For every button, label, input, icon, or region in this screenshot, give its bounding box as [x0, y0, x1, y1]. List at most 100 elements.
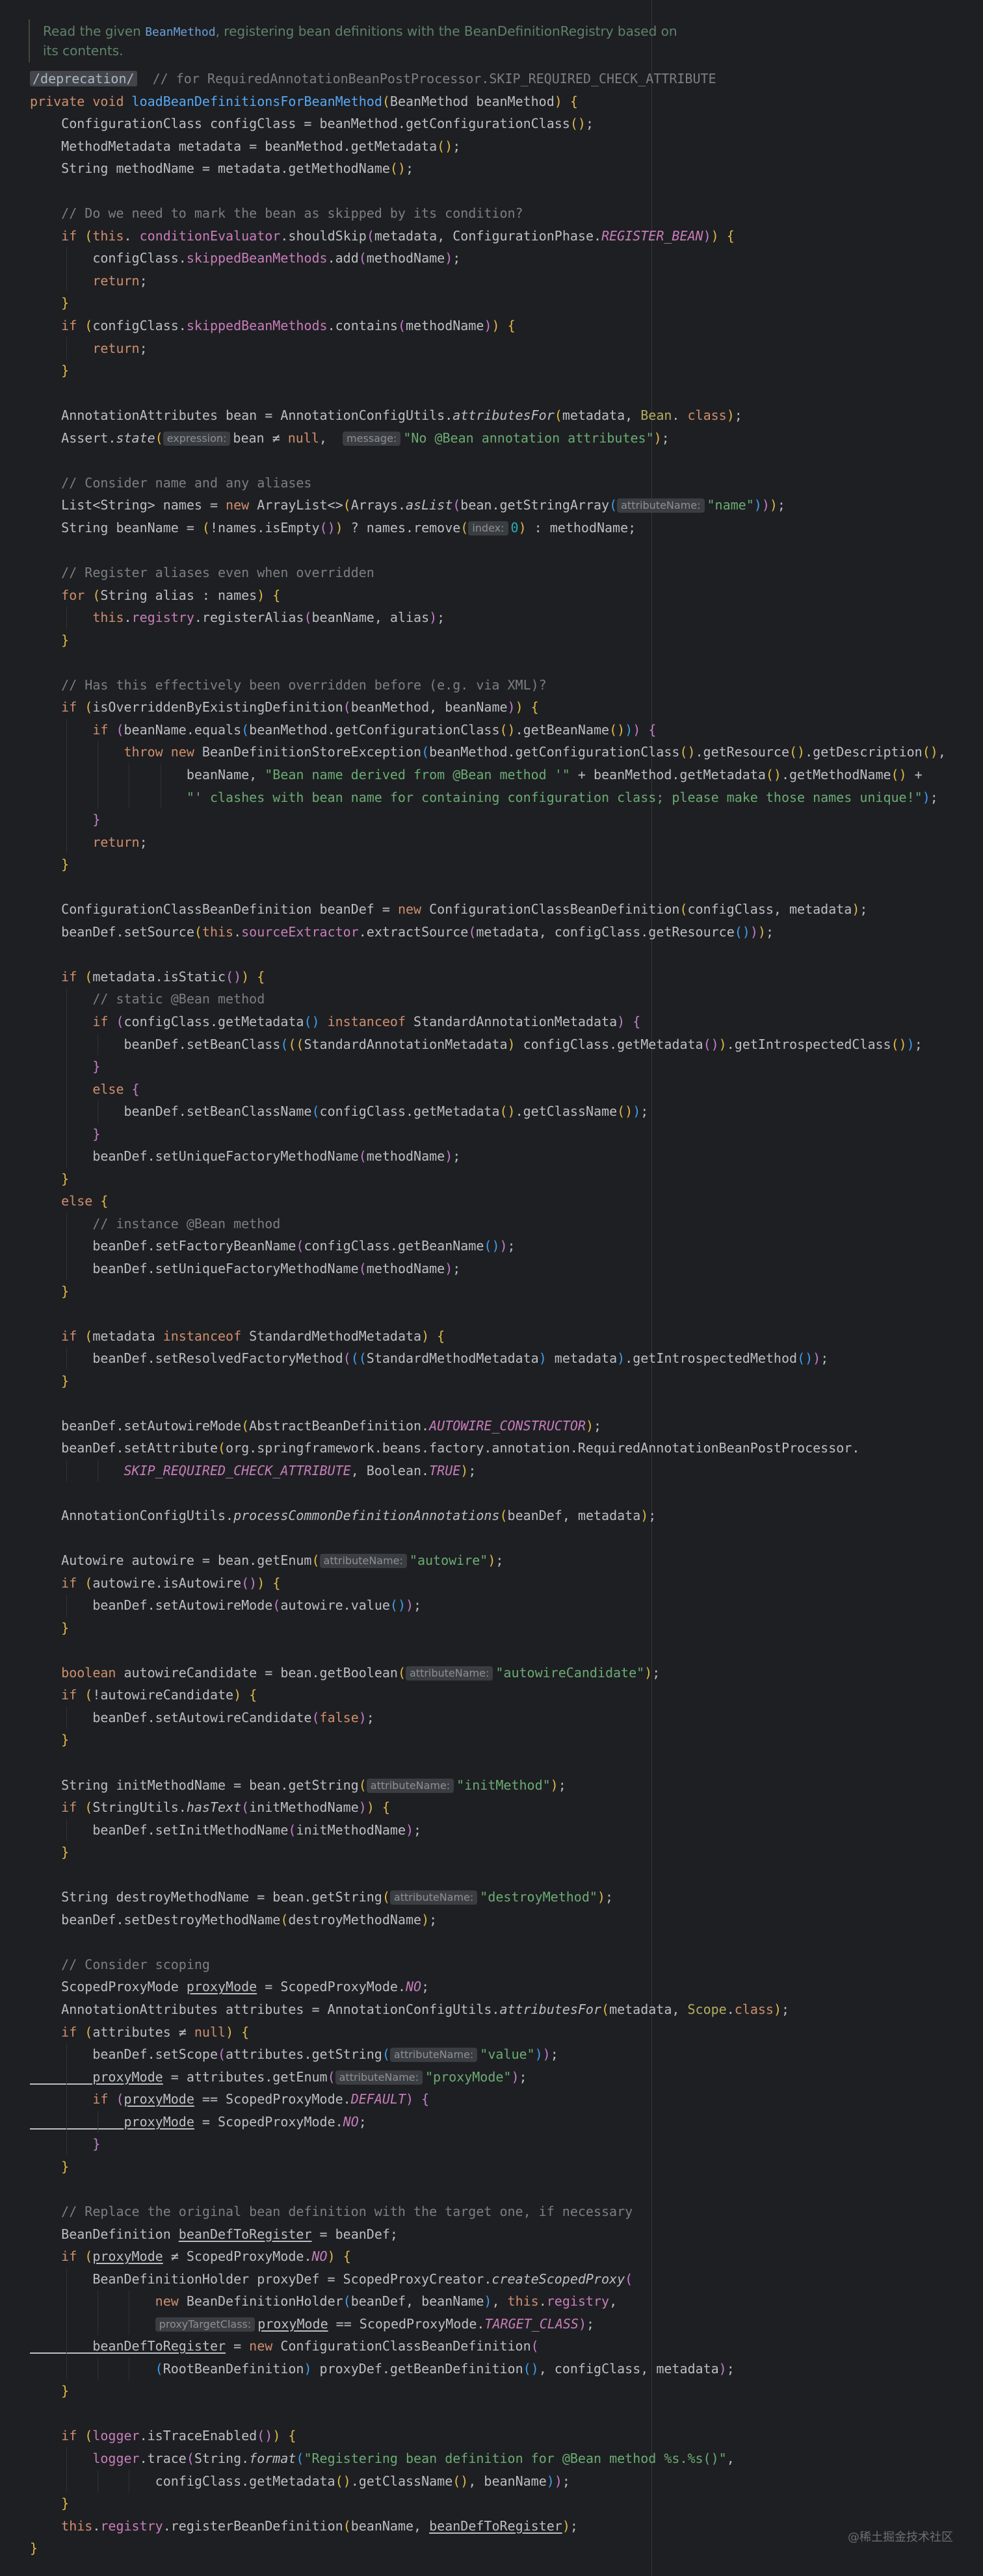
code-line[interactable]	[30, 382, 946, 405]
code-line[interactable]	[30, 2402, 946, 2425]
code-line[interactable]: if (attributes ≠ null) {	[30, 2021, 946, 2044]
code-line[interactable]: }	[30, 1168, 946, 1191]
code-line[interactable]: ConfigurationClass configClass = beanMet…	[30, 112, 946, 135]
code-line[interactable]: }	[30, 1055, 946, 1078]
code-line[interactable]: String destroyMethodName = bean.getStrin…	[30, 1886, 946, 1909]
code-line[interactable]: beanDef.setDestroyMethodName(destroyMeth…	[30, 1909, 946, 1931]
code-line[interactable]: else {	[30, 1077, 946, 1101]
code-line[interactable]: beanDef.setInitMethodName(initMethodName…	[30, 1818, 946, 1842]
code-line[interactable]: }	[30, 853, 946, 876]
code-line[interactable]: List<String> names = new ArrayList<>(Arr…	[30, 494, 946, 517]
code-line[interactable]: }	[30, 2133, 946, 2156]
code-line[interactable]: proxyTargetClass: proxyMode == ScopedProx…	[30, 2312, 946, 2336]
code-line[interactable]: if (!autowireCandidate) {	[30, 1684, 946, 1707]
code-line[interactable]: Autowire autowire = bean.getEnum(attribu…	[30, 1549, 946, 1572]
code-line[interactable]: "' clashes with bean name for containing…	[30, 786, 946, 809]
code-line[interactable]: }	[30, 1617, 946, 1640]
code-line[interactable]: proxyMode = attributes.getEnum(attribute…	[30, 2065, 946, 2089]
code-line[interactable]: ScopedProxyMode proxyMode = ScopedProxyM…	[30, 1976, 946, 1998]
code-line[interactable]: AnnotationConfigUtils.processCommonDefin…	[30, 1504, 946, 1527]
code-line[interactable]	[30, 1302, 946, 1325]
code-line[interactable]	[30, 651, 946, 674]
code-line[interactable]: if (isOverriddenByExistingDefinition(bea…	[30, 696, 946, 719]
code-line[interactable]: (RootBeanDefinition) proxyDef.getBeanDef…	[30, 2357, 946, 2380]
code-line[interactable]: if (metadata instanceof StandardMethodMe…	[30, 1325, 946, 1348]
code-line[interactable]: beanName, "Bean name derived from @Bean …	[30, 763, 946, 786]
code-line[interactable]: beanDef.setScope(attributes.getString(at…	[30, 2043, 946, 2066]
code-line[interactable]: beanDef.setBeanClass(((StandardAnnotatio…	[30, 1033, 946, 1056]
code-line[interactable]: if (this. conditionEvaluator.shouldSkip(…	[30, 225, 946, 248]
code-line[interactable]: this.registry.registerBeanDefinition(bea…	[30, 2515, 946, 2538]
code-line[interactable]: }	[30, 629, 946, 652]
code-line[interactable]: configClass.getMetadata().getClassName()…	[30, 2469, 946, 2493]
code-line[interactable]	[30, 1639, 946, 1662]
code-line[interactable]: if (StringUtils.hasText(initMethodName))…	[30, 1796, 946, 1819]
code-line[interactable]: Assert.state(expression: bean ≠ null, mes…	[30, 427, 946, 450]
code-line[interactable]: return;	[30, 337, 946, 360]
code-line[interactable]: beanDef.setUniqueFactoryMethodName(metho…	[30, 1145, 946, 1168]
code-line[interactable]: configClass.skippedBeanMethods.add(metho…	[30, 247, 946, 270]
code-line[interactable]: }	[30, 808, 946, 831]
code-line[interactable]: new BeanDefinitionHolder(beanDef, beanNa…	[30, 2290, 946, 2313]
code-lines[interactable]: /deprecation/ // for RequiredAnnotationB…	[30, 68, 946, 2560]
code-line[interactable]: }	[30, 1122, 946, 1146]
code-line[interactable]: }	[30, 2492, 946, 2515]
code-line[interactable]: // Has this effectively been overridden …	[30, 674, 946, 697]
code-line[interactable]: beanDef.setUniqueFactoryMethodName(metho…	[30, 1257, 946, 1280]
code-line[interactable]	[30, 1751, 946, 1774]
code-line[interactable]: if (metadata.isStatic()) {	[30, 966, 946, 988]
code-line[interactable]: boolean autowireCandidate = bean.getBool…	[30, 1662, 946, 1684]
code-line[interactable]: BeanDefinition beanDefToRegister = beanD…	[30, 2223, 946, 2246]
code-line[interactable]: else {	[30, 1190, 946, 1213]
code-line[interactable]: }	[30, 2156, 946, 2178]
code-line[interactable]: return;	[30, 269, 946, 292]
code-line[interactable]: String beanName = (!names.isEmpty()) ? n…	[30, 517, 946, 539]
code-line[interactable]: // Consider scoping	[30, 1953, 946, 1976]
code-line[interactable]: for (String alias : names) {	[30, 584, 946, 607]
javadoc-code-reference[interactable]: BeanMethod	[145, 25, 215, 39]
code-line[interactable]	[30, 180, 946, 203]
code-line[interactable]: SKIP_REQUIRED_CHECK_ATTRIBUTE, Boolean.T…	[30, 1459, 946, 1482]
code-line[interactable]: if (beanName.equals(beanMethod.getConfig…	[30, 718, 946, 741]
code-line[interactable]	[30, 1931, 946, 1953]
code-line[interactable]: }	[30, 2537, 946, 2560]
code-line[interactable]: }	[30, 292, 946, 315]
code-line[interactable]: }	[30, 1841, 946, 1864]
code-line[interactable]: beanDef.setBeanClassName(configClass.get…	[30, 1100, 946, 1123]
code-line[interactable]: beanDef.setResolvedFactoryMethod(((Stand…	[30, 1347, 946, 1370]
code-line[interactable]	[30, 1864, 946, 1887]
code-line[interactable]: MethodMetadata metadata = beanMethod.get…	[30, 135, 946, 158]
code-editor[interactable]: Read the given BeanMethod, registering b…	[0, 0, 983, 2576]
code-line[interactable]: // static @Bean method	[30, 988, 946, 1011]
code-line[interactable]: // instance @Bean method	[30, 1212, 946, 1235]
code-line[interactable]: return;	[30, 831, 946, 854]
code-line[interactable]: throw new BeanDefinitionStoreException(b…	[30, 741, 946, 764]
code-line[interactable]: logger.trace(String.format("Registering …	[30, 2447, 946, 2470]
code-line[interactable]	[30, 1527, 946, 1550]
code-line[interactable]: // Do we need to mark the bean as skippe…	[30, 202, 946, 225]
code-line[interactable]: proxyMode = ScopedProxyMode.NO;	[30, 2110, 946, 2133]
code-line[interactable]: }	[30, 1370, 946, 1393]
code-line[interactable]: if (logger.isTraceEnabled()) {	[30, 2425, 946, 2447]
code-line[interactable]: if (configClass.getMetadata() instanceof…	[30, 1010, 946, 1033]
code-line[interactable]: }	[30, 359, 946, 382]
code-line[interactable]: if (autowire.isAutowire()) {	[30, 1572, 946, 1595]
code-line[interactable]: ConfigurationClassBeanDefinition beanDef…	[30, 898, 946, 921]
code-line[interactable]: beanDef.setAutowireMode(AbstractBeanDefi…	[30, 1415, 946, 1437]
code-line[interactable]: // Replace the original bean definition …	[30, 2200, 946, 2223]
code-line[interactable]: if (proxyMode == ScopedProxyMode.DEFAULT…	[30, 2088, 946, 2111]
code-line[interactable]	[30, 943, 946, 966]
code-line[interactable]: beanDef.setAttribute(org.springframework…	[30, 1437, 946, 1460]
code-line[interactable]: AnnotationAttributes attributes = Annota…	[30, 1998, 946, 2021]
code-line[interactable]: // Register aliases even when overridden	[30, 561, 946, 584]
code-line[interactable]: beanDef.setAutowireMode(autowire.value()…	[30, 1594, 946, 1617]
code-line[interactable]: private void loadBeanDefinitionsForBeanM…	[30, 90, 946, 113]
code-line[interactable]: this.registry.registerAlias(beanName, al…	[30, 606, 946, 629]
code-line[interactable]: beanDef.setSource(this.sourceExtractor.e…	[30, 921, 946, 944]
code-line[interactable]: }	[30, 1280, 946, 1303]
code-line[interactable]: AnnotationAttributes bean = AnnotationCo…	[30, 404, 946, 427]
code-line[interactable]: if (configClass.skippedBeanMethods.conta…	[30, 315, 946, 337]
code-line[interactable]: BeanDefinitionHolder proxyDef = ScopedPr…	[30, 2267, 946, 2291]
code-line[interactable]	[30, 539, 946, 561]
code-line[interactable]	[30, 449, 946, 472]
